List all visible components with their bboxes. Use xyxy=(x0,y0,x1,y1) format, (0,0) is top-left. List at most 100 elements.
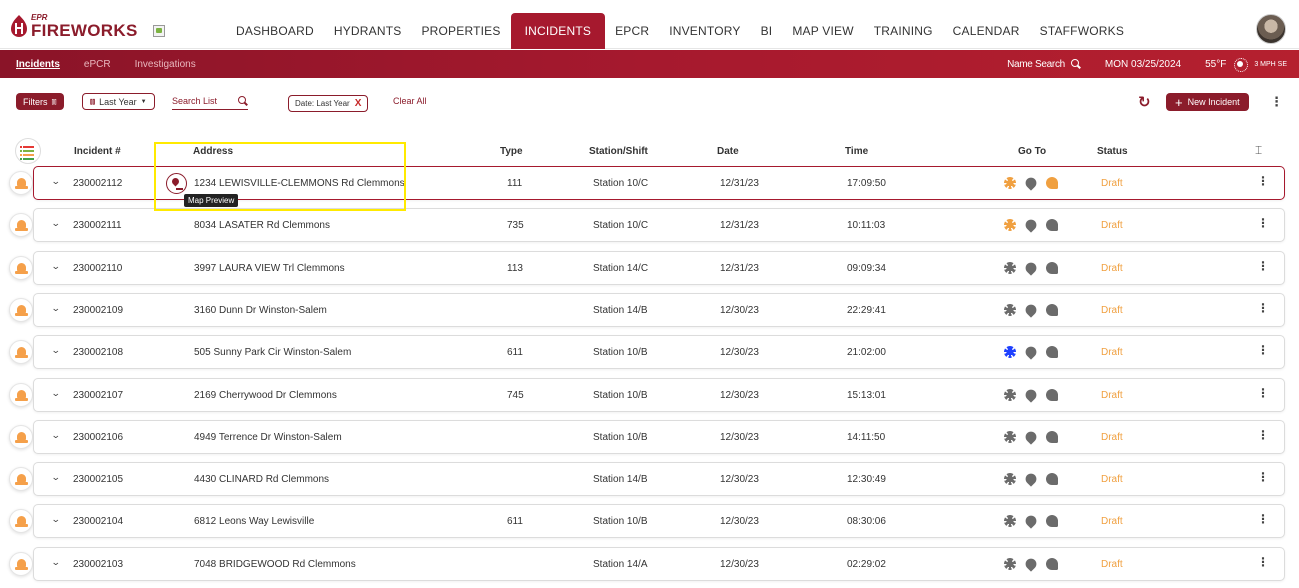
incident-address[interactable]: 8034 LASATER Rd Clemmons xyxy=(194,220,330,231)
col-address[interactable]: Address xyxy=(193,146,233,157)
col-status[interactable]: Status xyxy=(1097,146,1128,157)
incident-address[interactable]: 3997 LAURA VIEW Trl Clemmons xyxy=(194,263,345,274)
col-station[interactable]: Station/Shift xyxy=(589,146,648,157)
chat-icon[interactable] xyxy=(1046,473,1058,486)
alarm-bell-icon[interactable] xyxy=(9,340,33,365)
location-icon[interactable] xyxy=(1023,556,1039,572)
nav-map-view[interactable]: MAP VIEW xyxy=(782,13,863,49)
ems-icon[interactable] xyxy=(1004,303,1016,316)
incident-address[interactable]: 2169 Cherrywood Dr Clemmons xyxy=(194,390,337,401)
chat-icon[interactable] xyxy=(1046,261,1058,274)
col-incident[interactable]: Incident # xyxy=(74,146,121,157)
location-icon[interactable] xyxy=(1023,471,1039,487)
location-icon[interactable] xyxy=(1023,175,1039,191)
clear-all-link[interactable]: Clear All xyxy=(393,96,427,106)
row-menu-icon[interactable]: ⋮ xyxy=(1257,343,1269,357)
chat-icon[interactable] xyxy=(1046,303,1058,316)
table-row[interactable]: ⌄ 230002106 4949 Terrence Dr Winston-Salem… xyxy=(33,419,1285,454)
nav-hydrants[interactable]: HYDRANTS xyxy=(324,13,412,49)
row-menu-icon[interactable]: ⋮ xyxy=(1257,386,1269,400)
chip-close-icon[interactable]: X xyxy=(355,98,362,109)
ems-icon[interactable] xyxy=(1004,261,1016,274)
alarm-bell-icon[interactable] xyxy=(9,509,33,534)
ems-icon[interactable] xyxy=(1004,388,1016,401)
col-type[interactable]: Type xyxy=(500,146,523,157)
incident-address[interactable]: 7048 BRIDGEWOOD Rd Clemmons xyxy=(194,559,356,570)
name-search-button[interactable]: Name Search xyxy=(1007,59,1081,70)
incident-address[interactable]: 4430 CLINARD Rd Clemmons xyxy=(194,474,329,485)
incident-address[interactable]: 6812 Leons Way Lewisville xyxy=(194,516,314,527)
chevron-down-icon[interactable]: ⌄ xyxy=(51,472,61,483)
subtab-incidents[interactable]: Incidents xyxy=(16,59,60,70)
location-icon[interactable] xyxy=(1023,259,1039,276)
col-time[interactable]: Time xyxy=(845,146,868,157)
alarm-bell-icon[interactable] xyxy=(9,213,33,238)
table-row[interactable]: ⌄ 230002105 4430 CLINARD Rd Clemmons Statio… xyxy=(33,462,1285,497)
table-row[interactable]: ⌄ 230002104 6812 Leons Way Lewisville 611 St… xyxy=(33,504,1285,539)
alarm-bell-icon[interactable] xyxy=(9,382,33,407)
period-dropdown[interactable]: ⫾⫾ Last Year ▼ xyxy=(82,93,155,110)
incident-address[interactable]: 4949 Terrence Dr Winston-Salem xyxy=(194,432,342,443)
row-menu-icon[interactable]: ⋮ xyxy=(1257,259,1269,273)
chat-icon[interactable] xyxy=(1046,177,1058,189)
ems-icon[interactable] xyxy=(1004,557,1016,570)
fireworks-logo[interactable]: EPR FIREWORKS xyxy=(10,12,138,40)
chat-icon[interactable] xyxy=(1046,557,1058,570)
chat-icon[interactable] xyxy=(1046,430,1058,443)
row-menu-icon[interactable]: ⋮ xyxy=(1257,512,1269,526)
ems-icon[interactable] xyxy=(1004,219,1016,232)
chevron-down-icon[interactable]: ⌄ xyxy=(51,557,61,568)
alarm-bell-icon[interactable] xyxy=(9,255,33,280)
row-menu-icon[interactable]: ⋮ xyxy=(1257,428,1269,442)
ems-icon[interactable] xyxy=(1004,346,1016,359)
nav-incidents[interactable]: INCIDENTS xyxy=(510,13,606,49)
location-icon[interactable] xyxy=(1023,344,1039,360)
row-menu-icon[interactable]: ⋮ xyxy=(1257,174,1269,188)
row-menu-icon[interactable]: ⋮ xyxy=(1257,216,1269,230)
chevron-down-icon[interactable]: ⌄ xyxy=(51,176,61,187)
chevron-down-icon[interactable]: ⌄ xyxy=(51,261,61,272)
nav-inventory[interactable]: INVENTORY xyxy=(659,13,750,49)
location-icon[interactable] xyxy=(1023,386,1039,403)
chevron-down-icon[interactable]: ⌄ xyxy=(51,218,61,229)
table-row[interactable]: ⌄ 230002110 3997 LAURA VIEW Trl Clemmons 11… xyxy=(33,250,1285,285)
location-icon[interactable] xyxy=(1023,513,1039,530)
incident-address[interactable]: 505 Sunny Park Cir Winston-Salem xyxy=(194,347,351,358)
alarm-bell-icon[interactable] xyxy=(9,467,33,492)
alarm-bell-icon[interactable] xyxy=(9,424,33,449)
table-row[interactable]: ⌄ 230002109 3160 Dunn Dr Winston-Salem Stat… xyxy=(33,292,1285,327)
nav-bi[interactable]: BI xyxy=(751,13,783,49)
chat-icon[interactable] xyxy=(1046,515,1058,528)
alarm-bell-icon[interactable] xyxy=(9,551,33,576)
alarm-bell-icon[interactable] xyxy=(9,297,33,322)
row-menu-icon[interactable]: ⋮ xyxy=(1257,301,1269,315)
column-settings-icon[interactable]: ⌶ xyxy=(1255,143,1262,158)
ems-icon[interactable] xyxy=(1004,473,1016,486)
ems-icon[interactable] xyxy=(1004,515,1016,528)
nav-epcr[interactable]: EPCR xyxy=(605,13,659,49)
subtab-investigations[interactable]: Investigations xyxy=(135,59,196,70)
nav-dashboard[interactable]: DASHBOARD xyxy=(226,13,324,49)
location-icon[interactable] xyxy=(1023,302,1039,318)
table-row[interactable]: ⌄ 230002111 8034 LASATER Rd Clemmons 735 Sta… xyxy=(33,208,1285,243)
search-list-input[interactable]: Search List xyxy=(172,93,248,110)
filters-button[interactable]: Filters ⫾⫾ xyxy=(16,93,64,110)
chevron-down-icon[interactable]: ⌄ xyxy=(51,430,61,441)
table-row[interactable]: ⌄ 230002103 7048 BRIDGEWOOD Rd Clemmons Sta… xyxy=(33,546,1285,581)
incident-address[interactable]: 3160 Dunn Dr Winston-Salem xyxy=(194,305,327,316)
location-icon[interactable] xyxy=(1023,429,1039,445)
nav-training[interactable]: TRAINING xyxy=(864,13,943,49)
chevron-down-icon[interactable]: ⌄ xyxy=(51,514,61,525)
chat-icon[interactable] xyxy=(1046,346,1058,359)
map-preview-icon[interactable] xyxy=(166,173,187,194)
ems-icon[interactable] xyxy=(1004,177,1016,189)
chevron-down-icon[interactable]: ⌄ xyxy=(51,345,61,356)
col-date[interactable]: Date xyxy=(717,146,739,157)
new-incident-button[interactable]: + New Incident xyxy=(1166,93,1249,111)
user-avatar[interactable] xyxy=(1256,14,1286,44)
row-menu-icon[interactable]: ⋮ xyxy=(1257,555,1269,569)
more-options-icon[interactable]: ⋮ xyxy=(1270,95,1283,108)
location-icon[interactable] xyxy=(1023,217,1039,233)
nav-staffworks[interactable]: STAFFWORKS xyxy=(1030,13,1134,49)
nav-properties[interactable]: PROPERTIES xyxy=(411,13,510,49)
